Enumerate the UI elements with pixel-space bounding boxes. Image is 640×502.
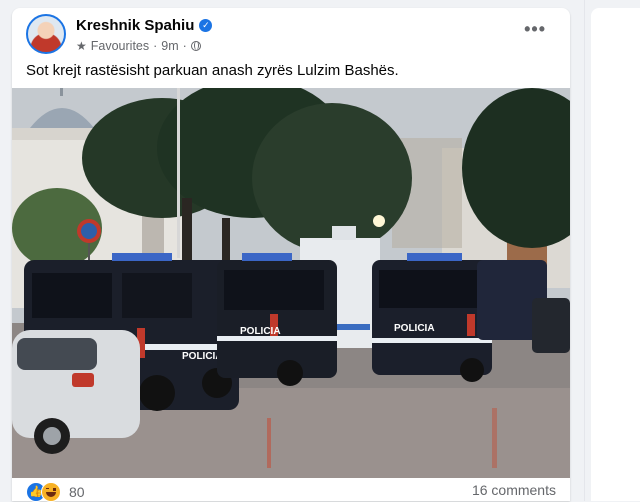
right-panel (584, 0, 640, 501)
van-label-left: POLICIA (182, 351, 223, 362)
reactions-summary[interactable]: 👍 80 (26, 482, 85, 502)
author-name-row: Kreshnik Spahiu ✓ (76, 17, 213, 34)
van-label-right: POLICIA (394, 323, 435, 334)
reaction-count[interactable]: 80 (69, 484, 85, 500)
audience-label: Favourites (90, 39, 150, 53)
post-photo[interactable]: POLICIA POLICIA POLICIA (12, 88, 570, 478)
left-gutter (0, 0, 12, 501)
van-label-middle: POLICIA (240, 326, 281, 337)
author-name[interactable]: Kreshnik Spahiu (76, 17, 194, 34)
verified-badge-icon: ✓ (199, 19, 213, 32)
meta-separator: · (153, 39, 158, 53)
post-card: Kreshnik Spahiu ✓ ★ Favourites · 9m · ••… (12, 8, 570, 502)
star-icon: ★ (76, 39, 87, 53)
globe-icon (190, 41, 201, 51)
post-footer: 👍 80 16 comments (26, 482, 556, 502)
more-options-icon[interactable]: ••• (524, 20, 546, 38)
meta-separator-2: · (182, 39, 187, 53)
post-meta: ★ Favourites · 9m · (76, 39, 201, 53)
comments-count[interactable]: 16 comments (472, 482, 556, 498)
right-panel-card (591, 8, 640, 501)
post-header: Kreshnik Spahiu ✓ ★ Favourites · 9m · ••… (26, 14, 556, 58)
post-time[interactable]: 9m (161, 39, 178, 53)
avatar[interactable] (26, 14, 66, 54)
haha-icon (41, 482, 61, 502)
post-text: Sot krejt rastësisht parkuan anash zyrës… (26, 62, 399, 79)
